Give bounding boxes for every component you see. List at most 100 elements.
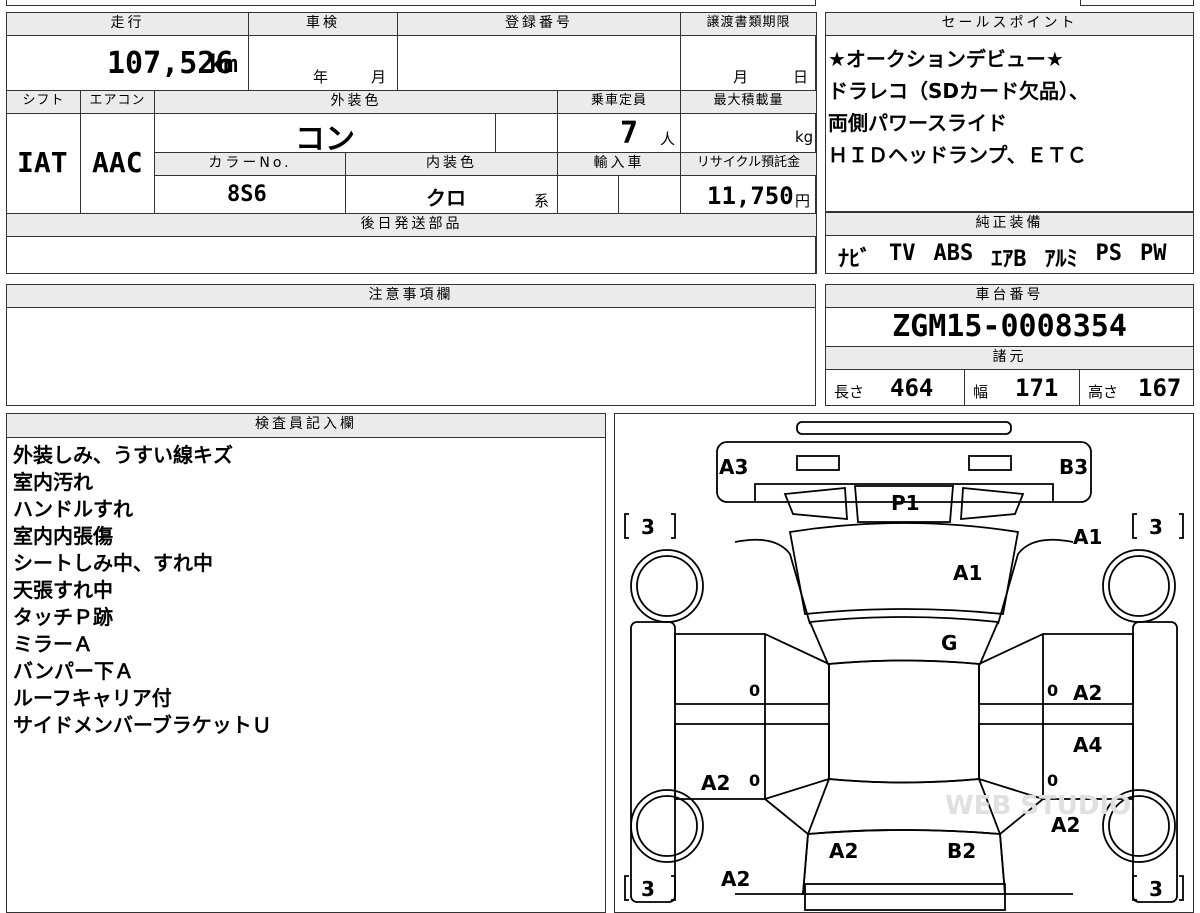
hood [788,522,1020,615]
length-cell: 長さ 464 [825,369,965,406]
mark-right-rear-fender: A2 [1051,813,1080,837]
mark-hood: A1 [953,561,982,585]
ac-value: AAC [92,146,143,179]
mark-tailgate-right: B2 [947,839,976,863]
deadline-month-unit: 月 [733,68,749,86]
recycle-value: 11,750 [707,182,794,210]
mark-tailgate-left: A2 [829,839,858,863]
sales-point-line: ドラレコ（SDカード欠品）、 [828,79,1090,103]
chassis-panel: 車台番号 ZGM15-0008354 諸元 長さ 464 幅 171 高さ 16… [825,284,1194,406]
interior-color-value: クロ [426,186,466,210]
roof [828,659,980,784]
shift-cell: IAT [6,113,81,214]
inspector-note: シートしみ中、すれ中 [13,551,213,575]
sales-point-line: ★オークションデビュー★ [828,47,1064,71]
tire-front-left: 3 [641,515,655,539]
transfer-deadline-cell: 月 日 [680,35,817,91]
front-bumper-strip [796,421,1012,435]
vehicle-info-table: 走行 車検 登録番号 譲渡書類期限 107,526 km 年 月 月 日 シフト… [6,12,817,274]
car-diagram-panel: WEB STUDIO 3 3 3 3 A3 B3 P1 A1 A1 G 0 0 … [614,413,1194,913]
mileage-cell: 107,526 km [6,35,249,91]
height-cell: 高さ 167 [1079,369,1194,406]
color-no-cell: 8S6 [154,175,346,214]
recycle-header: リサイクル預託金 [680,152,817,176]
tire-rear-right: 3 [1149,877,1163,901]
registration-header: 登録番号 [397,12,681,36]
exterior-color-header: 外装色 [154,90,558,114]
mileage-unit: km [209,50,238,78]
sales-point-line: 両側パワースライド [828,111,1007,135]
length-label: 長さ [834,383,865,401]
sales-point-line: ＨＩＤヘッドランプ、ＥＴＣ [828,143,1087,167]
inspector-note: サイドメンバーブラケットＵ [13,713,272,737]
diagram-watermark: WEB STUDIO [945,791,1131,821]
chassis-number: ZGM15-0008354 [892,309,1127,344]
mark-front-bumper: P1 [891,491,920,515]
max-load-header: 最大積載量 [680,90,817,114]
max-load-unit: kg [795,128,814,146]
mark-right-front-door: A2 [1073,681,1102,705]
equipment-item-abs: ABS [933,241,974,266]
specs-header: 諸元 [825,346,1194,370]
tire-front-right: 3 [1149,515,1163,539]
mark-right-rear-door-num: 0 [1047,771,1058,790]
inspector-panel: 検査員記入欄 外装しみ、うすい線キズ 室内汚れ ハンドルすれ 室内内張傷 シート… [6,413,606,913]
sales-points-body: ★オークションデビュー★ ドラレコ（SDカード欠品）、 両側パワースライド ＨＩ… [828,43,1089,171]
left-headlamp [796,455,840,471]
caution-panel: 注意事項欄 [6,284,816,406]
color-no-header: カラーNo. [154,152,346,176]
top-strip [6,0,816,6]
right-front-tire [1102,549,1176,623]
inspector-note: ミラーＡ [13,632,93,656]
right-side-outer [1132,621,1178,903]
left-front-tire [630,549,704,623]
chassis-header: 車台番号 [825,284,1194,308]
right-headlamp [968,455,1012,471]
mark-right-front-door-num: 0 [1047,681,1058,700]
sales-points-panel: セールスポイント ★オークションデビュー★ ドラレコ（SDカード欠品）、 両側パ… [825,12,1194,212]
windshield [808,616,1000,665]
equipment-item-alloy: ｱﾙﾐ [1044,247,1078,272]
import-cell-b [618,175,681,214]
top-strip-right [1080,0,1194,6]
recycle-unit: 円 [795,192,811,210]
exterior-color-extra-cell [495,113,558,153]
color-no-value: 8S6 [227,182,267,207]
bumper-slot-right [960,487,1025,520]
right-fender [997,538,1074,625]
inspector-note: 外装しみ、うすい線キズ [13,443,233,467]
equipment-items: ﾅﾋﾞ TV ABS ｴｱB ｱﾙﾐ PS PW [838,241,1167,273]
mark-rear-bumper-left: A2 [721,867,750,891]
mark-left-rear-door: A2 [701,771,730,795]
mark-front-left: A3 [719,455,748,479]
mark-right-fender: A1 [1073,525,1102,549]
equipment-header: 純正装備 [825,212,1194,236]
transfer-deadline-header: 譲渡書類期限 [680,12,817,36]
shift-value: IAT [17,146,68,179]
capacity-cell: 7 人 [557,113,681,153]
inspection-header: 車検 [248,12,398,36]
car-diagram: WEB STUDIO 3 3 3 3 A3 B3 P1 A1 A1 G 0 0 … [624,421,1184,911]
interior-color-cell: クロ 系 [345,175,558,214]
capacity-unit: 人 [660,130,676,148]
capacity-value: 7 [620,116,639,151]
capacity-header: 乗車定員 [557,90,681,114]
inspector-note: ハンドルすれ [13,497,133,521]
left-fender [734,538,811,625]
sales-points-header: セールスポイント [825,12,1194,36]
interior-color-header: 内装色 [345,152,558,176]
registration-cell [397,35,681,91]
inspector-note: 室内内張傷 [13,524,113,548]
bumper-slot-left [783,487,848,520]
equipment-item-tv: TV [889,241,916,266]
inspector-note: バンパー下Ａ [13,659,134,683]
recycle-cell: 11,750 円 [680,175,817,214]
mark-windshield: G [941,631,957,655]
mark-left-rear-door-num: 0 [749,771,760,790]
height-value: 167 [1138,374,1182,402]
length-value: 464 [890,374,934,402]
left-rear-tire [630,789,704,863]
equipment-item-navi: ﾅﾋﾞ [838,247,872,272]
inspector-note: 天張すれ中 [13,578,113,602]
interior-color-suffix: 系 [534,192,550,210]
